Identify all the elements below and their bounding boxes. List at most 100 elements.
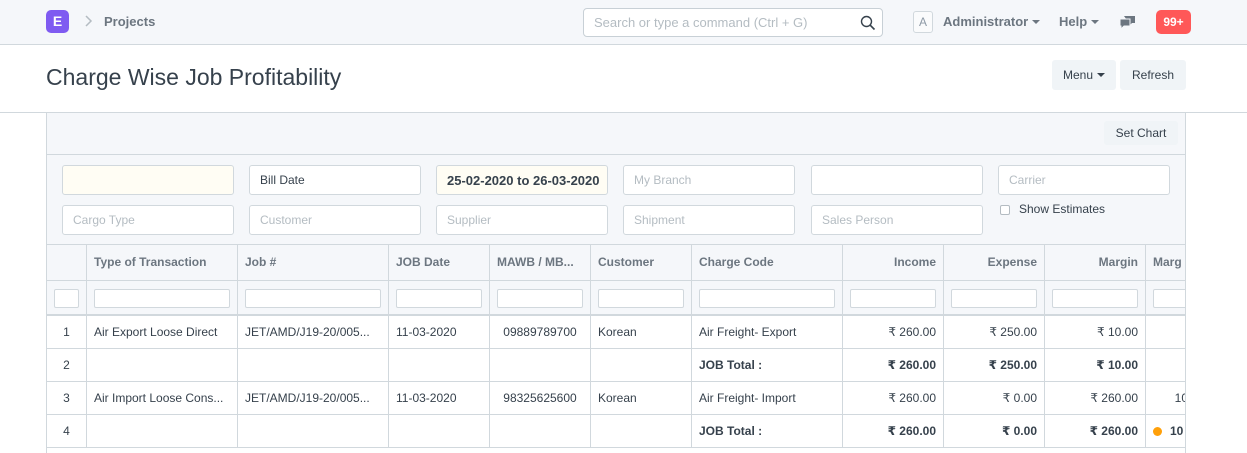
- table-row[interactable]: 3 Air Import Loose Cons... JET/AMD/J19-2…: [47, 382, 1185, 415]
- table-row[interactable]: 2 JOB Total : ₹ 260.00 ₹ 250.00 ₹ 10.00: [47, 349, 1185, 382]
- cell-job-date[interactable]: [389, 349, 490, 381]
- column-filter-input[interactable]: [497, 289, 583, 308]
- column-filter-input[interactable]: [94, 289, 230, 308]
- help-menu-label: Help: [1059, 14, 1088, 29]
- column-filter-input[interactable]: [951, 289, 1037, 308]
- cell-job[interactable]: JET/AMD/J19-20/005...: [238, 382, 389, 414]
- cell-margin[interactable]: ₹ 10.00: [1045, 349, 1146, 381]
- column-header-margin-percent[interactable]: Marg: [1146, 245, 1185, 280]
- cell-job-date[interactable]: 11-03-2020: [389, 382, 490, 414]
- column-filter-input[interactable]: [396, 289, 482, 308]
- column-header-mawb[interactable]: MAWB / MB...: [490, 245, 591, 280]
- cell-job[interactable]: [238, 349, 389, 381]
- cell-expense[interactable]: ₹ 250.00: [944, 316, 1045, 348]
- cell-income[interactable]: ₹ 260.00: [843, 316, 944, 348]
- search-icon[interactable]: [860, 15, 876, 31]
- column-header-expense[interactable]: Expense: [944, 245, 1045, 280]
- cell-customer[interactable]: [591, 415, 692, 447]
- sales-person-filter[interactable]: [811, 205, 983, 235]
- column-filter-input[interactable]: [54, 289, 79, 308]
- company-filter[interactable]: [62, 165, 234, 195]
- column-filter-input[interactable]: [245, 289, 381, 308]
- column-filter-input[interactable]: [699, 289, 835, 308]
- cell-margin-percent[interactable]: 10: [1146, 415, 1185, 447]
- cargo-type-filter[interactable]: [62, 205, 234, 235]
- page-head: Charge Wise Job Profitability Menu Refre…: [0, 45, 1247, 113]
- column-header-customer[interactable]: Customer: [591, 245, 692, 280]
- menu-button[interactable]: Menu: [1052, 60, 1116, 90]
- column-header-margin[interactable]: Margin: [1045, 245, 1146, 280]
- page-title: Charge Wise Job Profitability: [46, 64, 342, 90]
- cell-customer[interactable]: Korean: [591, 382, 692, 414]
- cell-margin[interactable]: ₹ 10.00: [1045, 316, 1146, 348]
- cell-margin-percent[interactable]: [1146, 349, 1185, 381]
- filter-cell: [692, 281, 843, 314]
- column-filter-input[interactable]: [598, 289, 684, 308]
- cell-customer[interactable]: Korean: [591, 316, 692, 348]
- cell-job-date[interactable]: 11-03-2020: [389, 316, 490, 348]
- table-row[interactable]: 4 JOB Total : ₹ 260.00 ₹ 0.00 ₹ 260.00 1…: [47, 415, 1185, 448]
- avatar[interactable]: A: [913, 11, 933, 33]
- cell-customer[interactable]: [591, 349, 692, 381]
- search-input[interactable]: [584, 9, 854, 36]
- cell-type[interactable]: Air Import Loose Cons...: [87, 382, 238, 414]
- row-number: 1: [47, 316, 87, 348]
- column-filter-input[interactable]: [1052, 289, 1138, 308]
- app-logo[interactable]: E: [46, 10, 69, 33]
- cell-job[interactable]: JET/AMD/J19-20/005...: [238, 316, 389, 348]
- cell-type[interactable]: [87, 349, 238, 381]
- date-type-filter[interactable]: [249, 165, 421, 195]
- chart-area: Set Chart: [47, 113, 1185, 155]
- date-range-filter[interactable]: [436, 165, 608, 195]
- cell-expense[interactable]: ₹ 0.00: [944, 382, 1045, 414]
- cell-expense[interactable]: ₹ 0.00: [944, 415, 1045, 447]
- carrier-filter[interactable]: [998, 165, 1170, 195]
- cell-mawb[interactable]: 09889789700: [490, 316, 591, 348]
- cell-margin[interactable]: ₹ 260.00: [1045, 415, 1146, 447]
- notification-badge[interactable]: 99+: [1156, 10, 1191, 34]
- chevron-right-icon: [85, 15, 93, 27]
- column-header-job-date[interactable]: JOB Date: [389, 245, 490, 280]
- cell-job[interactable]: [238, 415, 389, 447]
- cell-income[interactable]: ₹ 260.00: [843, 415, 944, 447]
- cell-charge-code[interactable]: JOB Total :: [692, 349, 843, 381]
- cell-margin-percent[interactable]: [1146, 316, 1185, 348]
- cell-mawb[interactable]: 98325625600: [490, 382, 591, 414]
- cell-mawb[interactable]: [490, 415, 591, 447]
- column-filter-input[interactable]: [850, 289, 936, 308]
- cell-charge-code[interactable]: JOB Total :: [692, 415, 843, 447]
- row-number: 2: [47, 349, 87, 381]
- cell-type[interactable]: Air Export Loose Direct: [87, 316, 238, 348]
- refresh-button[interactable]: Refresh: [1120, 60, 1186, 90]
- chat-icon[interactable]: [1119, 15, 1136, 30]
- cell-expense[interactable]: ₹ 250.00: [944, 349, 1045, 381]
- branch-filter[interactable]: [623, 165, 795, 195]
- customer-filter[interactable]: [249, 205, 421, 235]
- column-header-job[interactable]: Job #: [238, 245, 389, 280]
- cell-charge-code[interactable]: Air Freight- Import: [692, 382, 843, 414]
- cell-type[interactable]: [87, 415, 238, 447]
- user-menu[interactable]: Administrator: [943, 14, 1041, 29]
- supplier-filter[interactable]: [436, 205, 608, 235]
- column-header-charge-code[interactable]: Charge Code: [692, 245, 843, 280]
- column-header-type[interactable]: Type of Transaction: [87, 245, 238, 280]
- shipment-filter[interactable]: [623, 205, 795, 235]
- breadcrumb-projects[interactable]: Projects: [104, 14, 155, 29]
- column-header-row-number: [47, 245, 87, 280]
- data-table: Type of Transaction Job # JOB Date MAWB …: [47, 245, 1185, 448]
- cell-mawb[interactable]: [490, 349, 591, 381]
- column-header-income[interactable]: Income: [843, 245, 944, 280]
- cell-job-date[interactable]: [389, 415, 490, 447]
- table-row[interactable]: 1 Air Export Loose Direct JET/AMD/J19-20…: [47, 316, 1185, 349]
- cell-charge-code[interactable]: Air Freight- Export: [692, 316, 843, 348]
- set-chart-button[interactable]: Set Chart: [1104, 121, 1178, 145]
- column-filter-input[interactable]: [1153, 289, 1185, 308]
- filter-cell: [1045, 281, 1146, 314]
- blank-filter[interactable]: [811, 165, 983, 195]
- cell-margin[interactable]: ₹ 260.00: [1045, 382, 1146, 414]
- show-estimates-checkbox[interactable]: [1000, 205, 1010, 215]
- cell-income[interactable]: ₹ 260.00: [843, 382, 944, 414]
- cell-income[interactable]: ₹ 260.00: [843, 349, 944, 381]
- cell-margin-percent[interactable]: 10: [1146, 382, 1185, 414]
- help-menu[interactable]: Help: [1059, 14, 1100, 29]
